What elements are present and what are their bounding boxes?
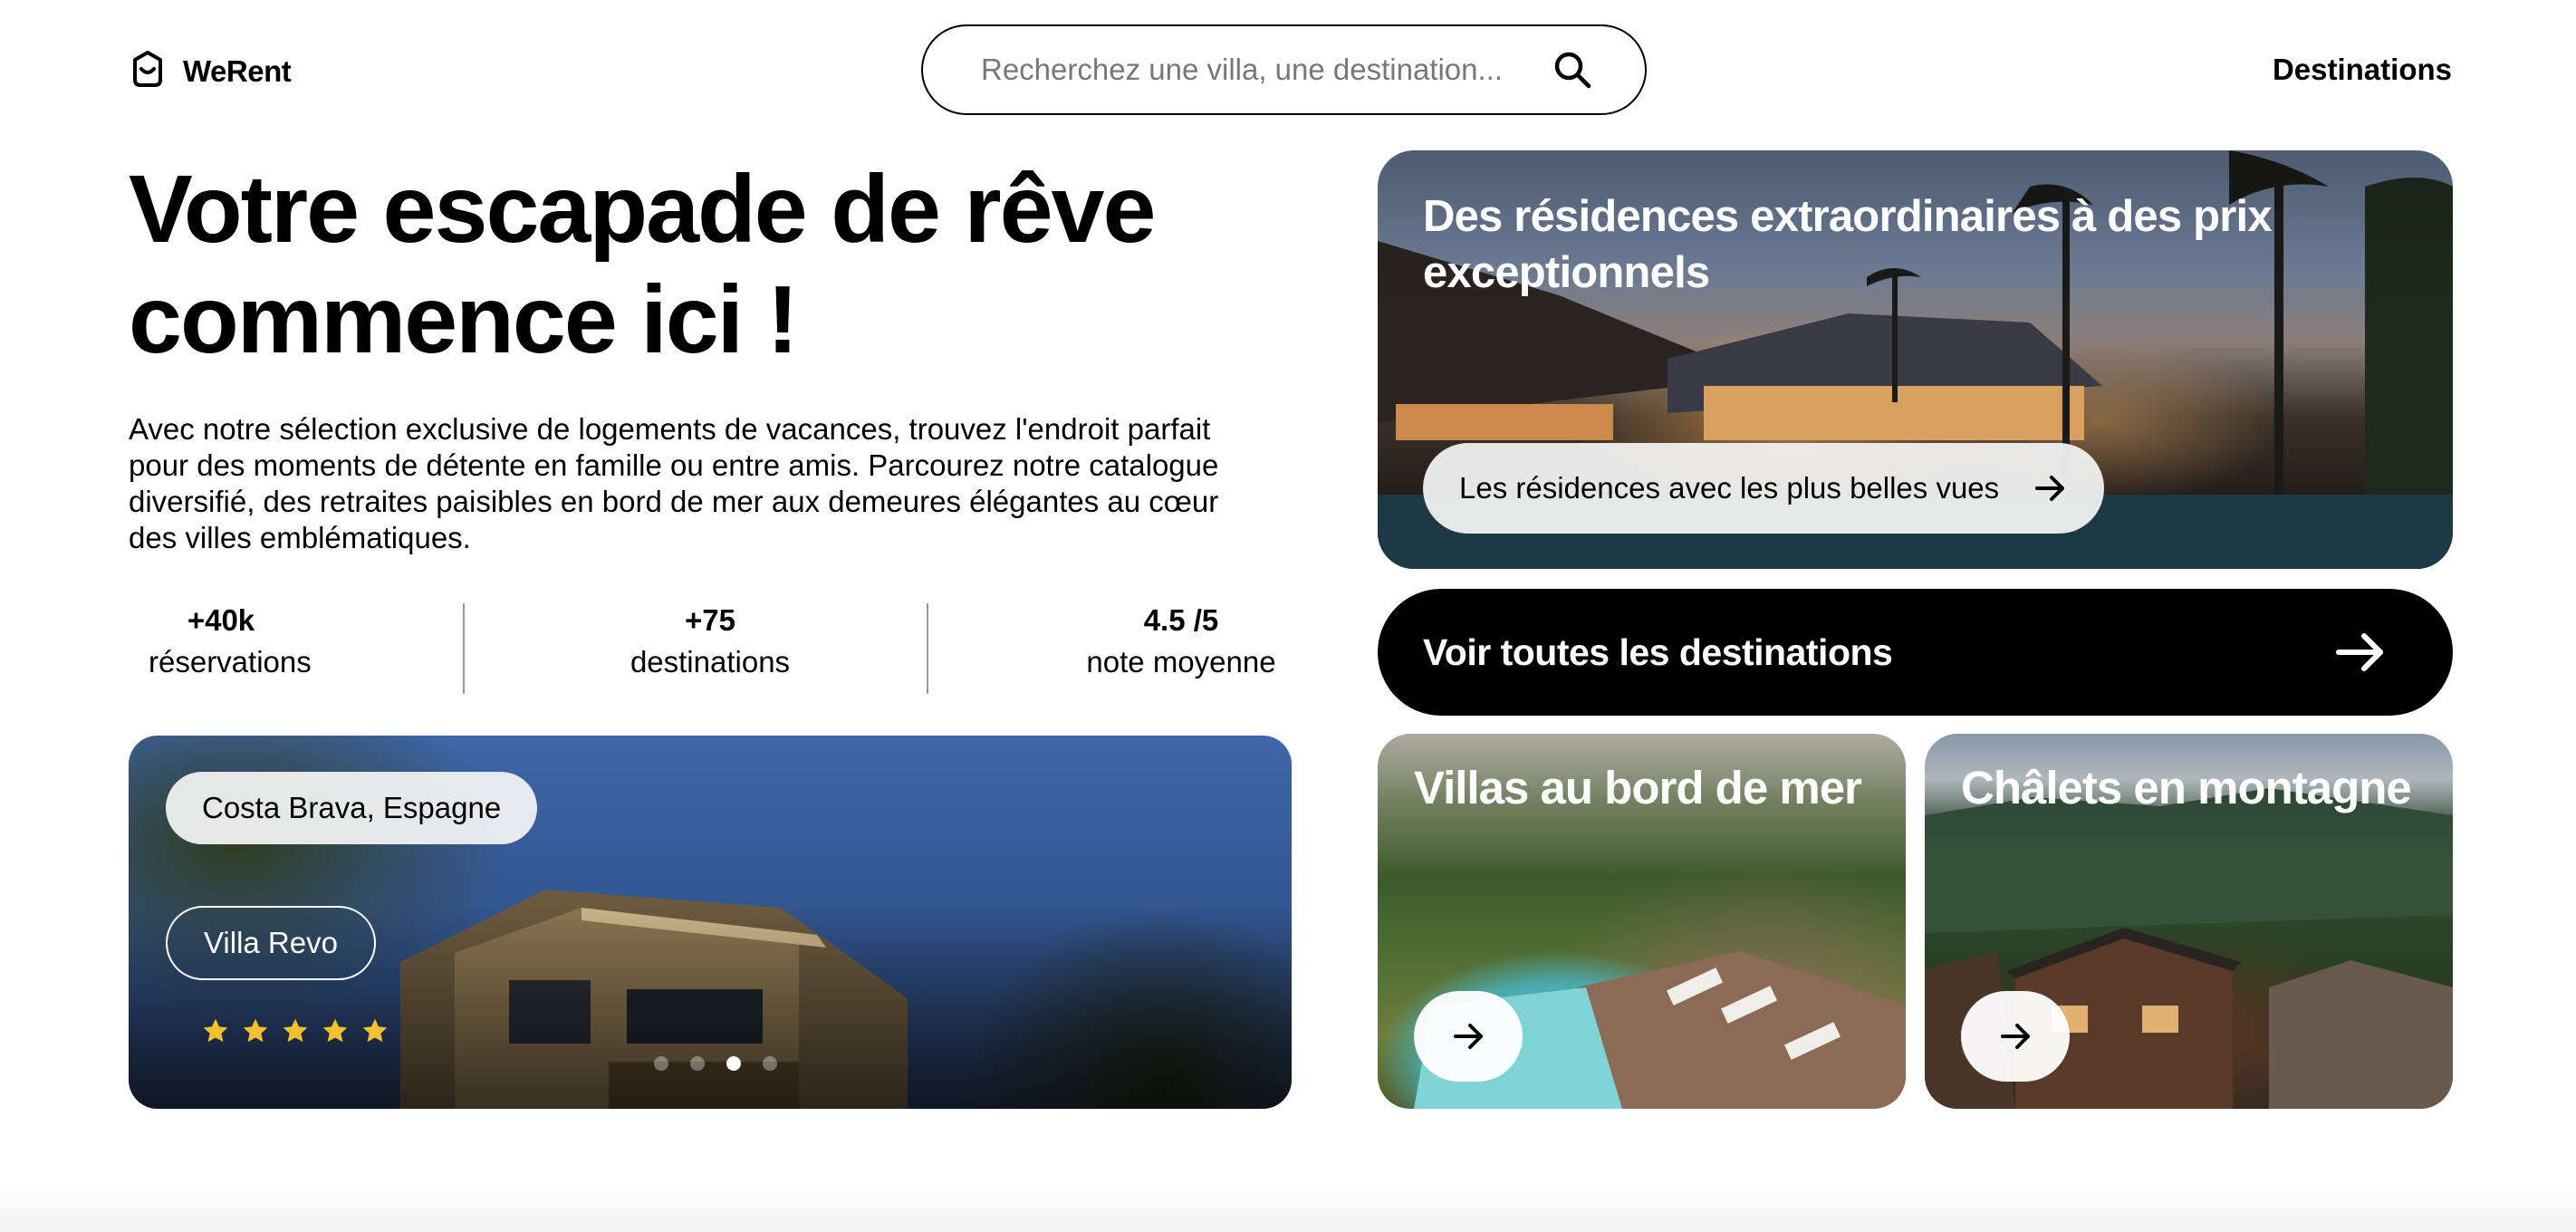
star-icon: [203, 1018, 228, 1043]
search-bar[interactable]: [921, 24, 1647, 115]
carousel-dots: [654, 1056, 777, 1071]
star-icon: [243, 1018, 268, 1043]
logo-icon: [129, 49, 167, 93]
category-card-chalets[interactable]: Châlets en montagne: [1925, 734, 2453, 1109]
section-divider: [0, 1187, 2576, 1232]
arrow-right-icon: [2035, 476, 2064, 501]
villa-carousel[interactable]: Costa Brava, Espagne Villa Revo: [129, 736, 1292, 1109]
featured-residences-card[interactable]: Des résidences extraordinaires à des pri…: [1378, 150, 2453, 569]
stat-rating: 4.5 /5 note moyenne: [1071, 600, 1292, 683]
villas-title: Villas au bord de mer: [1414, 762, 1862, 813]
stat-label: destinations: [630, 645, 791, 679]
category-card-villas[interactable]: Villas au bord de mer: [1378, 734, 1906, 1109]
stat-label: note moyenne: [1086, 645, 1276, 679]
rating-stars: [201, 1016, 389, 1045]
arrow-right-icon: [2336, 633, 2383, 671]
best-views-button[interactable]: Les résidences avec les plus belles vues: [1423, 443, 2104, 534]
star-icon: [362, 1018, 388, 1043]
all-destinations-button[interactable]: Voir toutes les destinations: [1378, 589, 2453, 716]
logo[interactable]: WeRent: [129, 49, 292, 93]
hero-description: Avec notre sélection exclusive de logeme…: [129, 412, 1219, 554]
stat-value: 4.5 /5: [1143, 603, 1219, 637]
star-icon: [283, 1018, 308, 1043]
carousel-dot[interactable]: [654, 1056, 668, 1071]
villas-arrow-button[interactable]: [1414, 991, 1523, 1082]
stat-destinations: +75 destinations: [601, 600, 819, 683]
stat-divider: [463, 603, 465, 694]
stats-row: +40k réservations +75 destinations 4.5 /…: [129, 600, 1292, 694]
stat-value: +40k: [187, 603, 255, 637]
arrow-right-icon: [1454, 1024, 1483, 1049]
carousel-dot-active[interactable]: [726, 1056, 741, 1071]
carousel-dot[interactable]: [690, 1056, 705, 1071]
all-destinations-label: Voir toutes les destinations: [1423, 630, 1893, 673]
arrow-right-icon: [2001, 1024, 2030, 1049]
stat-reservations: +40k réservations: [149, 600, 312, 683]
stat-label: réservations: [149, 645, 312, 679]
location-badge: Costa Brava, Espagne: [166, 772, 538, 844]
star-icon: [322, 1018, 348, 1043]
chalets-arrow-button[interactable]: [1961, 991, 2070, 1082]
best-views-label: Les résidences avec les plus belles vues: [1459, 471, 2000, 505]
search-icon[interactable]: [1552, 50, 1592, 90]
carousel-dot[interactable]: [763, 1056, 777, 1071]
stat-divider: [927, 603, 928, 694]
featured-title: Des résidences extraordinaires à des pri…: [1423, 192, 2273, 297]
chalets-title: Châlets en montagne: [1961, 762, 2412, 813]
search-input[interactable]: [981, 53, 1524, 87]
stat-value: +75: [685, 603, 735, 637]
logo-text: WeRent: [183, 53, 292, 88]
villa-name-button[interactable]: Villa Revo: [166, 906, 376, 980]
nav-destinations-link[interactable]: Destinations: [2273, 53, 2452, 87]
hero-title: Votre escapade de rêve commence ici !: [129, 156, 1156, 373]
